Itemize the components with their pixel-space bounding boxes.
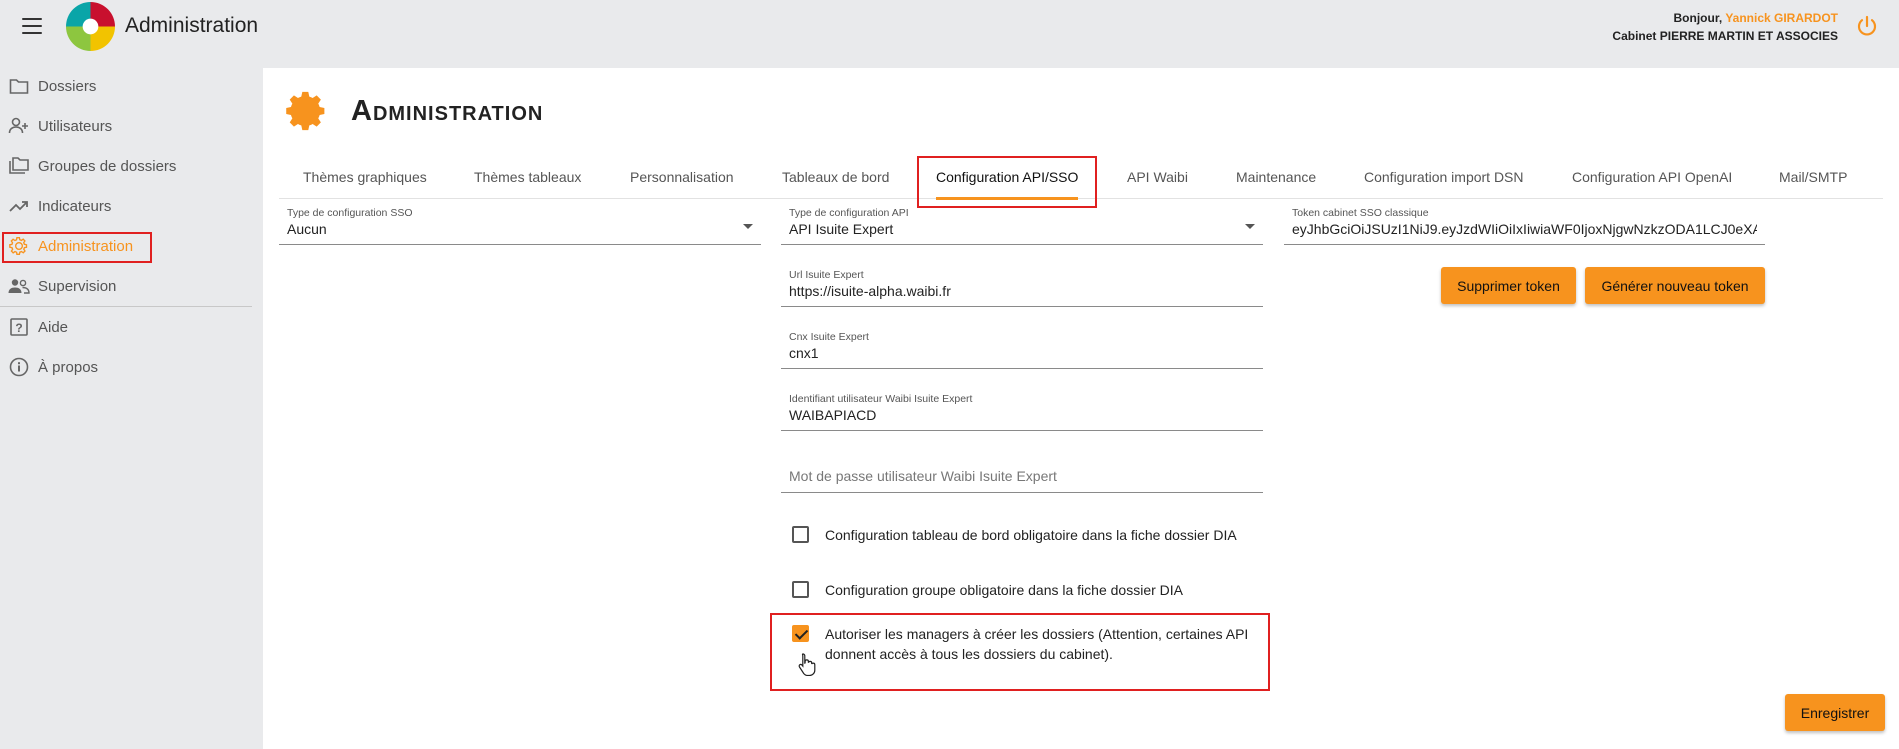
tab-themes-graphiques[interactable]: Thèmes graphiques bbox=[303, 156, 427, 199]
folders-icon bbox=[8, 155, 30, 177]
caret-down-icon bbox=[743, 224, 753, 229]
caret-down-icon bbox=[1245, 224, 1255, 229]
people-icon bbox=[8, 275, 30, 297]
sidebar-item-label: Groupes de dossiers bbox=[38, 157, 177, 175]
highlight-box bbox=[2, 232, 152, 263]
checkbox-label: Configuration groupe obligatoire dans la… bbox=[825, 582, 1183, 598]
sidebar-item-indicateurs[interactable]: Indicateurs bbox=[0, 186, 262, 226]
sso-type-select[interactable]: Type de configuration SSO Aucun bbox=[279, 203, 761, 245]
sidebar-item-dossiers[interactable]: Dossiers bbox=[0, 66, 262, 106]
tab-bar: Thèmes graphiques Thèmes tableaux Person… bbox=[279, 156, 1883, 208]
field-label: Identifiant utilisateur Waibi Isuite Exp… bbox=[789, 393, 973, 405]
tab-tableaux-de-bord[interactable]: Tableaux de bord bbox=[782, 156, 889, 199]
tab-maintenance[interactable]: Maintenance bbox=[1236, 156, 1316, 199]
sidebar-item-label: Dossiers bbox=[38, 77, 97, 95]
field-value: cnx1 bbox=[789, 345, 819, 361]
checkbox-row-group: Configuration groupe obligatoire dans la… bbox=[792, 580, 1272, 600]
app-title: Administration bbox=[125, 14, 259, 37]
page-header: Administration bbox=[285, 90, 543, 132]
tab-configuration-import-dsn[interactable]: Configuration import DSN bbox=[1364, 156, 1524, 199]
tab-themes-tableaux[interactable]: Thèmes tableaux bbox=[474, 156, 581, 199]
sidebar-item-label: Aide bbox=[38, 318, 69, 336]
generate-token-button[interactable]: Générer nouveau token bbox=[1585, 267, 1765, 304]
field-label: Type de configuration API bbox=[789, 207, 909, 219]
hand-cursor-icon bbox=[798, 653, 816, 676]
sidebar-item-groupes[interactable]: Groupes de dossiers bbox=[0, 146, 262, 186]
field-label: Cnx Isuite Expert bbox=[789, 331, 869, 343]
tab-mail-smtp[interactable]: Mail/SMTP bbox=[1779, 156, 1847, 199]
tab-configuration-api-openai[interactable]: Configuration API OpenAI bbox=[1572, 156, 1732, 199]
user-plus-icon bbox=[8, 115, 30, 137]
field-value: https://isuite-alpha.waibi.fr bbox=[789, 283, 951, 299]
field-label: Type de configuration SSO bbox=[287, 207, 413, 219]
field-placeholder: Mot de passe utilisateur Waibi Isuite Ex… bbox=[789, 468, 1057, 484]
cabinet-name: Cabinet PIERRE MARTIN ET ASSOCIES bbox=[1612, 29, 1838, 43]
highlight-box bbox=[917, 156, 1098, 208]
sidebar-item-label: Indicateurs bbox=[38, 197, 112, 215]
api-type-select[interactable]: Type de configuration API API Isuite Exp… bbox=[781, 203, 1263, 245]
user-greeting: Bonjour, Yannick GIRARDOT Cabinet PIERRE… bbox=[1612, 9, 1838, 45]
token-field[interactable]: Token cabinet SSO classique eyJhbGciOiJS… bbox=[1284, 203, 1765, 245]
field-label: Token cabinet SSO classique bbox=[1292, 207, 1429, 219]
url-field[interactable]: Url Isuite Expert https://isuite-alpha.w… bbox=[781, 265, 1263, 307]
menu-icon[interactable] bbox=[22, 18, 42, 34]
checkbox-managers-create[interactable] bbox=[792, 625, 809, 642]
field-value: eyJhbGciOiJSUzI1NiJ9.eyJzdWIiOiIxIiwiaWF… bbox=[1292, 221, 1757, 237]
checkbox-dashboard-required[interactable] bbox=[792, 526, 809, 543]
main-panel: Administration Thèmes graphiques Thèmes … bbox=[263, 68, 1899, 749]
field-label: Url Isuite Expert bbox=[789, 269, 864, 281]
tab-configuration-api-sso[interactable]: Configuration API/SSO bbox=[917, 156, 1098, 208]
sidebar: Dossiers Utilisateurs Groupes de dossier… bbox=[0, 66, 262, 387]
help-icon: ? bbox=[8, 316, 30, 338]
field-value: API Isuite Expert bbox=[789, 221, 894, 237]
checkbox-row-dashboard: Configuration tableau de bord obligatoir… bbox=[792, 525, 1272, 545]
save-button[interactable]: Enregistrer bbox=[1785, 694, 1885, 731]
trending-up-icon bbox=[8, 195, 30, 217]
checkbox-label: Autoriser les managers à créer les dossi… bbox=[825, 626, 1249, 662]
sidebar-item-label: Utilisateurs bbox=[38, 117, 113, 135]
sidebar-item-label: Supervision bbox=[38, 277, 117, 295]
tab-personnalisation[interactable]: Personnalisation bbox=[630, 156, 734, 199]
password-field[interactable]: Mot de passe utilisateur Waibi Isuite Ex… bbox=[781, 451, 1263, 493]
gear-icon bbox=[286, 91, 325, 131]
checkbox-group-required[interactable] bbox=[792, 581, 809, 598]
app-logo bbox=[66, 2, 115, 51]
power-icon[interactable] bbox=[1855, 14, 1879, 38]
field-value: Aucun bbox=[287, 221, 327, 237]
page-title: Administration bbox=[351, 94, 544, 127]
sidebar-item-apropos[interactable]: À propos bbox=[0, 347, 262, 387]
user-id-field[interactable]: Identifiant utilisateur Waibi Isuite Exp… bbox=[781, 389, 1263, 431]
svg-text:?: ? bbox=[15, 321, 22, 335]
sidebar-item-label: À propos bbox=[38, 358, 99, 376]
info-icon bbox=[8, 356, 30, 378]
checkbox-label: Configuration tableau de bord obligatoir… bbox=[825, 527, 1237, 543]
folder-icon bbox=[8, 75, 30, 97]
sidebar-item-supervision[interactable]: Supervision bbox=[0, 266, 262, 306]
sidebar-item-administration[interactable]: Administration bbox=[0, 226, 262, 266]
delete-token-button[interactable]: Supprimer token bbox=[1441, 267, 1576, 304]
top-bar: Administration Bonjour, Yannick GIRARDOT… bbox=[0, 0, 1899, 56]
sidebar-item-aide[interactable]: ? Aide bbox=[0, 307, 262, 347]
sidebar-item-utilisateurs[interactable]: Utilisateurs bbox=[0, 106, 262, 146]
checkbox-row-managers: Autoriser les managers à créer les dossi… bbox=[792, 624, 1262, 664]
user-name[interactable]: Yannick GIRARDOT bbox=[1725, 11, 1838, 25]
tab-api-waibi[interactable]: API Waibi bbox=[1127, 156, 1188, 199]
field-value: WAIBAPIACD bbox=[789, 407, 877, 423]
greeting-prefix: Bonjour, bbox=[1673, 11, 1723, 25]
cnx-field[interactable]: Cnx Isuite Expert cnx1 bbox=[781, 327, 1263, 369]
